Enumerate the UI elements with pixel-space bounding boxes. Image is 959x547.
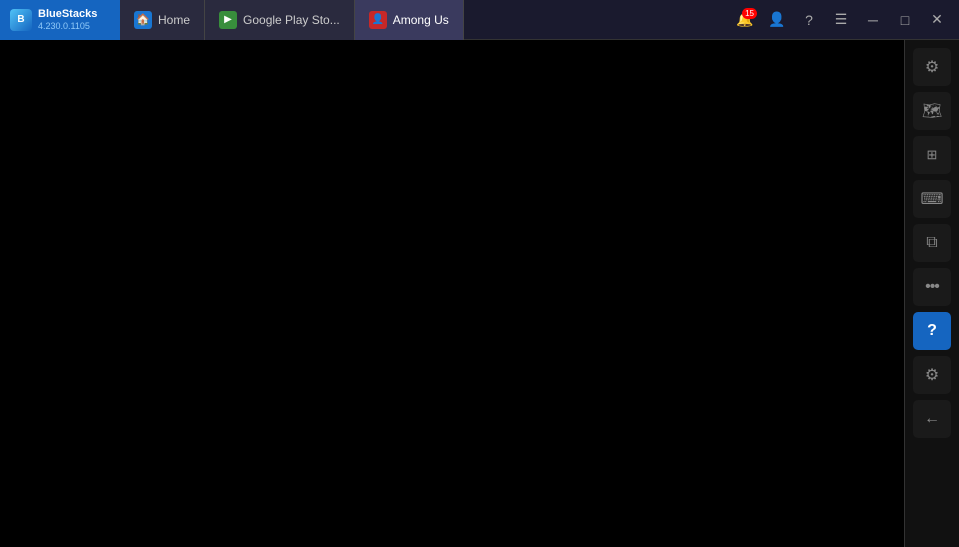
- more-sidebar-button[interactable]: •••: [913, 268, 951, 306]
- home-tab-icon: 🏠: [134, 11, 152, 29]
- close-button[interactable]: ✕: [923, 6, 951, 34]
- right-sidebar: ⚙ 🗺 ⊞ ⌨ ⧉ ••• ? ⚙ ←: [904, 40, 959, 547]
- maximize-button[interactable]: □: [891, 6, 919, 34]
- help-sidebar-button[interactable]: ?: [913, 312, 951, 350]
- among-tab-icon: 👤: [369, 11, 387, 29]
- profile-button[interactable]: 👤: [763, 6, 791, 34]
- notification-button[interactable]: 🔔 15: [731, 6, 759, 34]
- help-topbar-button[interactable]: ?: [795, 6, 823, 34]
- tab-among-label: Among Us: [393, 13, 449, 27]
- play-tab-icon: ▶: [219, 11, 237, 29]
- topbar: B BlueStacks 4.230.0.1105 🏠 Home ▶ Googl…: [0, 0, 959, 40]
- bluestacks-icon: B: [10, 9, 32, 31]
- tab-home[interactable]: 🏠 Home: [120, 0, 205, 40]
- topbar-right: 🔔 15 👤 ? ☰ ─ □ ✕: [731, 6, 959, 34]
- back-sidebar-button[interactable]: ←: [913, 400, 951, 438]
- bluestacks-name: BlueStacks: [38, 8, 97, 20]
- tab-google-play[interactable]: ▶ Google Play Sto...: [205, 0, 355, 40]
- bluestacks-version: 4.230.0.1105: [38, 21, 97, 31]
- copy-sidebar-button[interactable]: ⧉: [913, 224, 951, 262]
- menu-button[interactable]: ☰: [827, 6, 855, 34]
- minimize-button[interactable]: ─: [859, 6, 887, 34]
- bluestacks-logo[interactable]: B BlueStacks 4.230.0.1105: [0, 0, 120, 40]
- settings-sidebar-button[interactable]: ⚙: [913, 48, 951, 86]
- grid-sidebar-button[interactable]: ⊞: [913, 136, 951, 174]
- keyboard-sidebar-button[interactable]: ⌨: [913, 180, 951, 218]
- gear2-sidebar-button[interactable]: ⚙: [913, 356, 951, 394]
- notification-badge: 15: [742, 8, 757, 19]
- tab-among-us[interactable]: 👤 Among Us: [355, 0, 464, 40]
- map-sidebar-button[interactable]: 🗺: [913, 92, 951, 130]
- tab-home-label: Home: [158, 13, 190, 27]
- tab-play-label: Google Play Sto...: [243, 13, 340, 27]
